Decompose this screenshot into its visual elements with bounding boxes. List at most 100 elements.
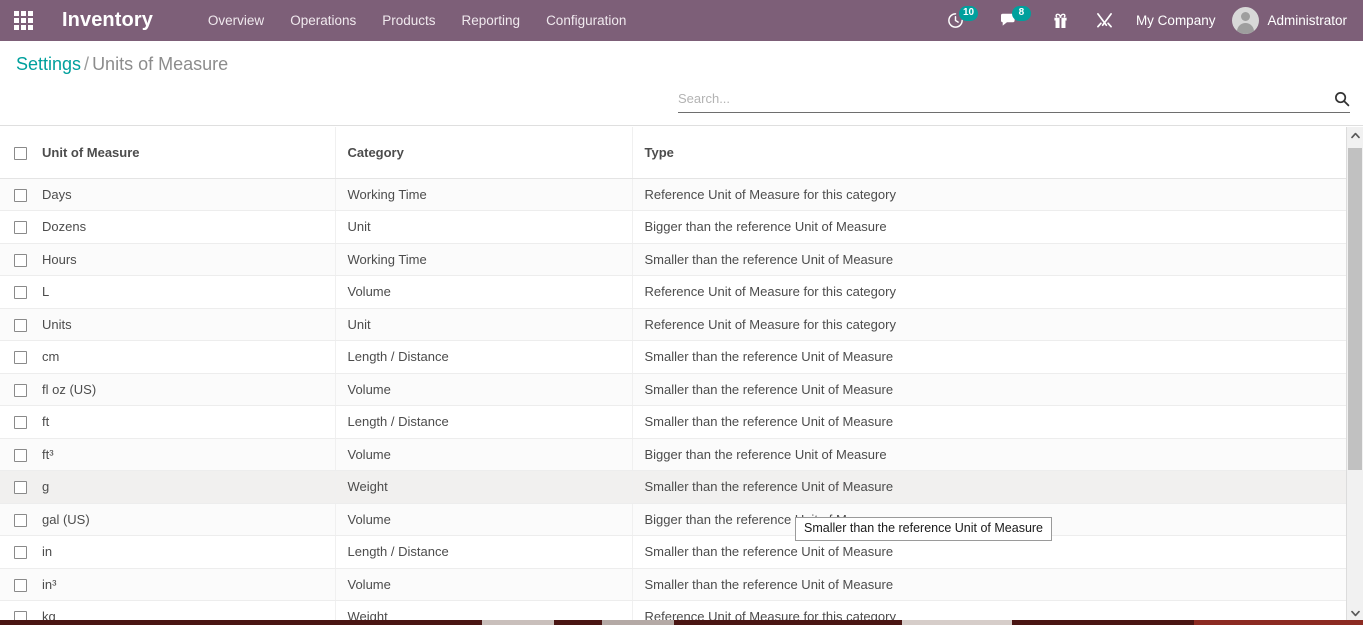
vertical-scrollbar[interactable]: [1346, 127, 1363, 622]
type-tooltip: Smaller than the reference Unit of Measu…: [795, 517, 1052, 541]
cell-category: Volume: [335, 373, 632, 406]
row-checkbox[interactable]: [14, 416, 27, 429]
breadcrumb-current-page: Units of Measure: [92, 54, 228, 74]
gift-button[interactable]: [1043, 0, 1078, 41]
cell-category: Length / Distance: [335, 406, 632, 439]
activities-badge: 10: [959, 6, 978, 21]
column-header-type[interactable]: Type: [632, 127, 1347, 178]
cell-category: Length / Distance: [335, 536, 632, 569]
cell-category: Working Time: [335, 178, 632, 211]
row-select-cell: [0, 438, 42, 471]
cell-unit-of-measure: in: [42, 536, 335, 569]
table-row[interactable]: gWeightSmaller than the reference Unit o…: [0, 471, 1347, 504]
table-row[interactable]: ft³VolumeBigger than the reference Unit …: [0, 438, 1347, 471]
top-navbar: Inventory Overview Operations Products R…: [0, 0, 1363, 41]
cell-unit-of-measure: g: [42, 471, 335, 504]
table-row[interactable]: gal (US)VolumeBigger than the reference …: [0, 503, 1347, 536]
row-checkbox[interactable]: [14, 514, 27, 527]
cell-type: Smaller than the reference Unit of Measu…: [632, 243, 1347, 276]
menu-item-overview[interactable]: Overview: [195, 2, 277, 39]
row-checkbox[interactable]: [14, 384, 27, 397]
row-select-cell: [0, 243, 42, 276]
bottom-taskbar-strip: [0, 620, 1363, 625]
search-bar[interactable]: [678, 89, 1350, 113]
cell-unit-of-measure: Hours: [42, 243, 335, 276]
table-row[interactable]: DaysWorking TimeReference Unit of Measur…: [0, 178, 1347, 211]
taskbar-segment: [674, 620, 902, 625]
breadcrumb-item-settings[interactable]: Settings: [16, 54, 81, 74]
cell-type: Smaller than the reference Unit of Measu…: [632, 341, 1347, 374]
taskbar-segment: [602, 620, 674, 625]
table-row[interactable]: HoursWorking TimeSmaller than the refere…: [0, 243, 1347, 276]
row-checkbox[interactable]: [14, 351, 27, 364]
row-checkbox[interactable]: [14, 254, 27, 267]
row-checkbox[interactable]: [14, 189, 27, 202]
cell-category: Weight: [335, 471, 632, 504]
cell-unit-of-measure: Units: [42, 308, 335, 341]
scroll-up-button[interactable]: [1347, 127, 1363, 144]
table-row[interactable]: fl oz (US)VolumeSmaller than the referen…: [0, 373, 1347, 406]
cell-type: Smaller than the reference Unit of Measu…: [632, 471, 1347, 504]
apps-menu-button[interactable]: [0, 0, 46, 41]
select-all-cell: [0, 127, 42, 178]
taskbar-segment: [902, 620, 1012, 625]
row-select-cell: [0, 568, 42, 601]
menu-item-reporting[interactable]: Reporting: [449, 2, 534, 39]
row-select-cell: [0, 341, 42, 374]
column-header-unit-of-measure[interactable]: Unit of Measure: [42, 127, 335, 178]
table-row[interactable]: LVolumeReference Unit of Measure for thi…: [0, 276, 1347, 309]
user-menu[interactable]: Administrator: [1228, 7, 1357, 34]
row-checkbox[interactable]: [14, 449, 27, 462]
menu-item-operations[interactable]: Operations: [277, 2, 369, 39]
row-checkbox[interactable]: [14, 221, 27, 234]
row-select-cell: [0, 178, 42, 211]
table-body: DaysWorking TimeReference Unit of Measur…: [0, 178, 1347, 625]
column-header-category[interactable]: Category: [335, 127, 632, 178]
search-input[interactable]: [678, 89, 1328, 108]
scrollbar-thumb[interactable]: [1348, 148, 1362, 470]
avatar: [1232, 7, 1259, 34]
row-checkbox[interactable]: [14, 481, 27, 494]
main-menu: Overview Operations Products Reporting C…: [195, 2, 639, 39]
cell-category: Volume: [335, 503, 632, 536]
row-select-cell: [0, 276, 42, 309]
row-select-cell: [0, 406, 42, 439]
cell-category: Length / Distance: [335, 341, 632, 374]
cell-unit-of-measure: Days: [42, 178, 335, 211]
cell-type: Reference Unit of Measure for this categ…: [632, 308, 1347, 341]
cell-unit-of-measure: L: [42, 276, 335, 309]
company-switcher[interactable]: My Company: [1123, 13, 1229, 28]
cell-type: Smaller than the reference Unit of Measu…: [632, 373, 1347, 406]
control-panel: Settings/Units of Measure CREATE: [0, 41, 1363, 126]
table-row[interactable]: ftLength / DistanceSmaller than the refe…: [0, 406, 1347, 439]
row-select-cell: [0, 536, 42, 569]
table-row[interactable]: inLength / DistanceSmaller than the refe…: [0, 536, 1347, 569]
activities-button[interactable]: 10: [937, 0, 974, 41]
row-select-cell: [0, 308, 42, 341]
table-row[interactable]: UnitsUnitReference Unit of Measure for t…: [0, 308, 1347, 341]
menu-item-configuration[interactable]: Configuration: [533, 2, 639, 39]
select-all-checkbox[interactable]: [14, 147, 27, 160]
row-checkbox[interactable]: [14, 319, 27, 332]
wrench-tools-icon: [1096, 12, 1113, 29]
scrollbar-track[interactable]: [1347, 144, 1363, 605]
table-row[interactable]: DozensUnitBigger than the reference Unit…: [0, 211, 1347, 244]
table-row[interactable]: cmLength / DistanceSmaller than the refe…: [0, 341, 1347, 374]
cell-type: Reference Unit of Measure for this categ…: [632, 178, 1347, 211]
taskbar-segment: [1194, 620, 1363, 625]
search-icon[interactable]: [1328, 91, 1350, 107]
cell-category: Volume: [335, 276, 632, 309]
cell-unit-of-measure: ft³: [42, 438, 335, 471]
menu-item-products[interactable]: Products: [369, 2, 448, 39]
row-checkbox[interactable]: [14, 579, 27, 592]
cell-type: Smaller than the reference Unit of Measu…: [632, 406, 1347, 439]
row-checkbox[interactable]: [14, 546, 27, 559]
app-brand-title[interactable]: Inventory: [62, 9, 153, 32]
row-checkbox[interactable]: [14, 286, 27, 299]
row-select-cell: [0, 471, 42, 504]
cell-unit-of-measure: cm: [42, 341, 335, 374]
messaging-button[interactable]: 8: [990, 0, 1029, 41]
table-row[interactable]: in³VolumeSmaller than the reference Unit…: [0, 568, 1347, 601]
units-of-measure-table: Unit of Measure Category Type DaysWorkin…: [0, 127, 1347, 625]
tools-button[interactable]: [1086, 0, 1123, 41]
